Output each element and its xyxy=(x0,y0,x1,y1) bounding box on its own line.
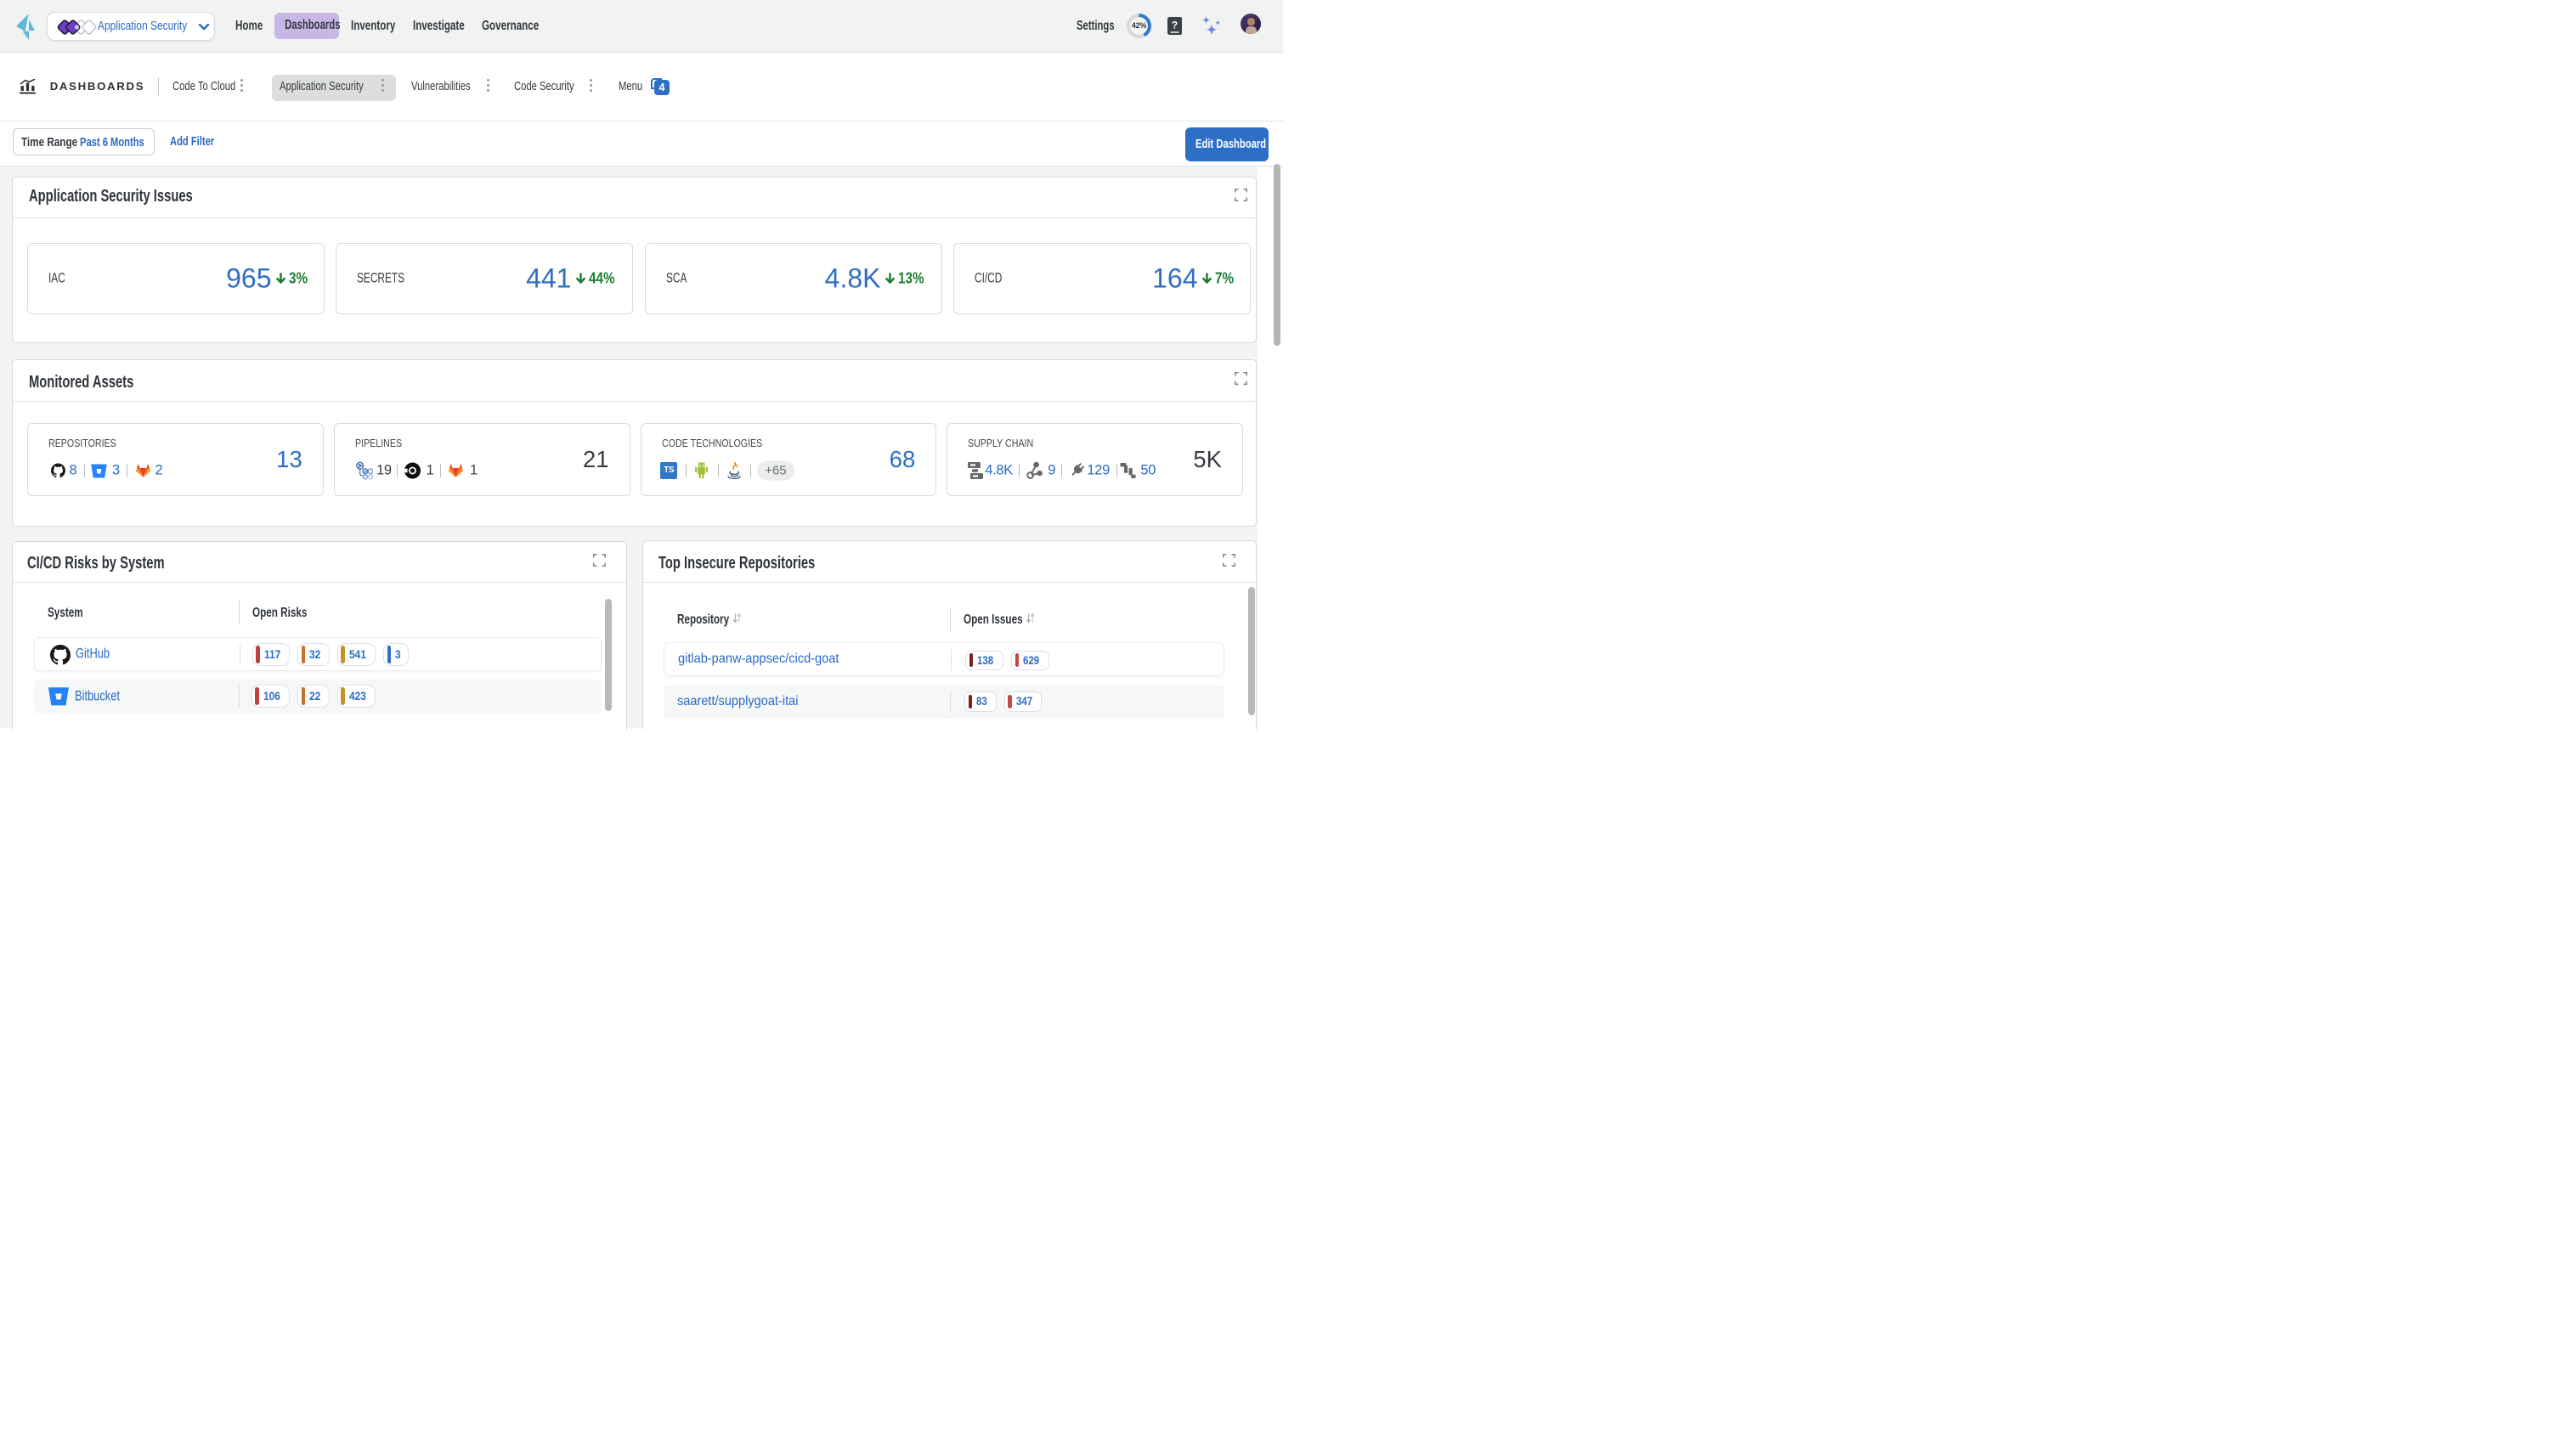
svg-text:?: ? xyxy=(1172,20,1178,31)
